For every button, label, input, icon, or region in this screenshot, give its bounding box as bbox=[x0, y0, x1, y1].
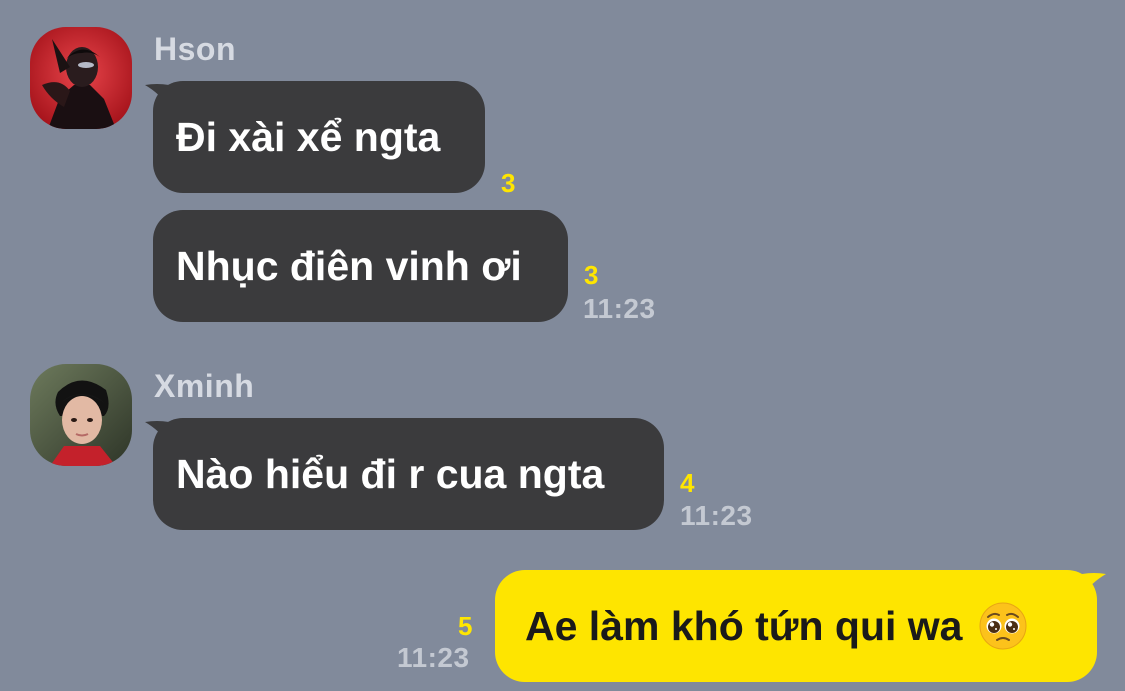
message-text: Nhục điên vinh ơi bbox=[176, 242, 522, 289]
bubble-tail bbox=[145, 84, 169, 107]
unread-count: 3 bbox=[501, 168, 516, 198]
profile-photo-red-avatar-icon bbox=[30, 27, 132, 129]
sender-name-xminh: Xminh bbox=[154, 368, 255, 404]
sender-name-hson: Hson bbox=[154, 31, 236, 67]
message-bubble[interactable]: Đi xài xể ngta bbox=[153, 81, 485, 193]
bubble-tail-outgoing bbox=[1082, 573, 1106, 596]
message-timestamp: 11:23 bbox=[583, 293, 656, 324]
avatar-hson[interactable] bbox=[30, 27, 132, 129]
unread-count: 4 bbox=[680, 468, 695, 498]
profile-photo-avatar-icon bbox=[30, 364, 132, 466]
message-timestamp: 11:23 bbox=[680, 500, 753, 531]
message-bubble-outgoing[interactable]: Ae làm khó tứn qui wa bbox=[495, 570, 1097, 682]
chat-screen: Hson Đi xài xể ngta 3 Nhục điên vinh ơi … bbox=[0, 0, 1125, 691]
bubble-tail bbox=[145, 421, 169, 444]
message-timestamp: 11:23 bbox=[397, 642, 470, 673]
message-bubble[interactable]: Nhục điên vinh ơi bbox=[153, 210, 568, 322]
message-text: Ae làm khó tứn qui wa bbox=[525, 602, 963, 649]
unread-count: 3 bbox=[584, 260, 599, 290]
pleading-face-emoji-icon bbox=[979, 602, 1027, 650]
message-bubble[interactable]: Nào hiểu đi r cua ngta bbox=[153, 418, 664, 530]
avatar-xminh[interactable] bbox=[30, 364, 132, 466]
unread-count: 5 bbox=[458, 611, 473, 641]
message-text: Đi xài xể ngta bbox=[176, 113, 441, 160]
message-text: Nào hiểu đi r cua ngta bbox=[176, 450, 605, 497]
